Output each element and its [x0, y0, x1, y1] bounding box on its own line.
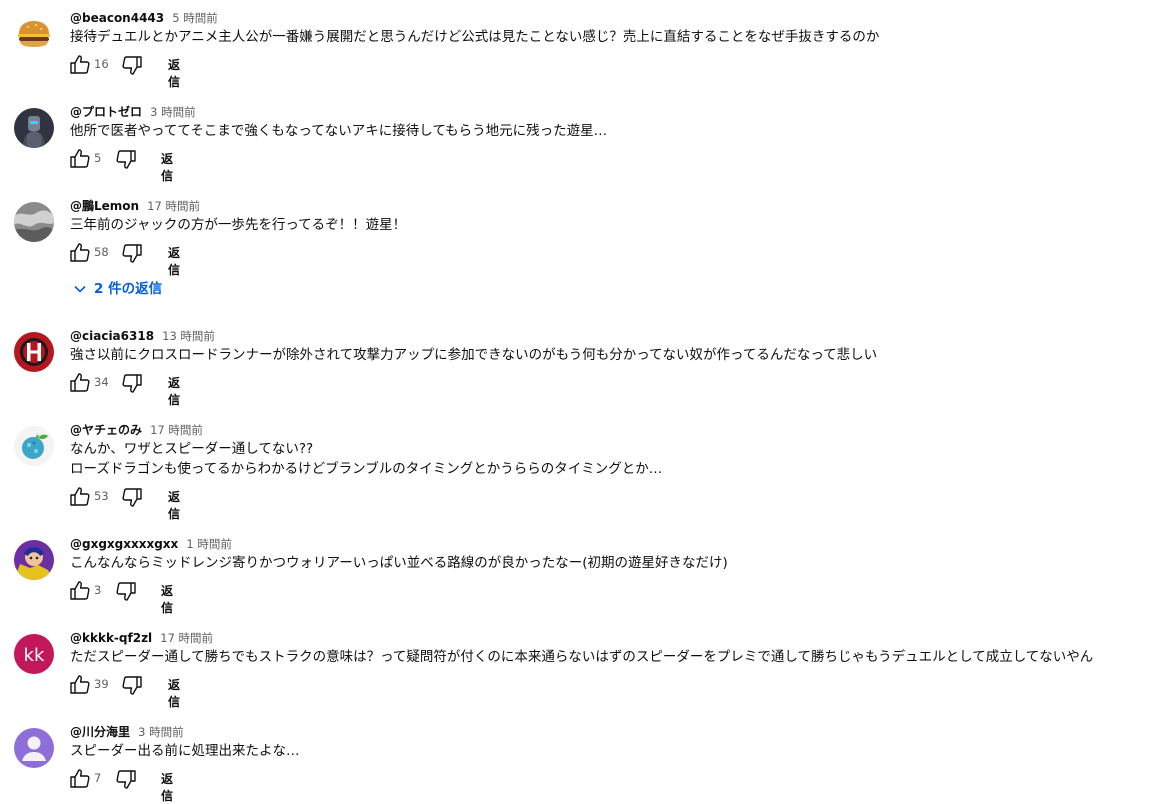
comment-header: @kkkk-qf2zl 17 時間前 — [70, 627, 213, 645]
comment-timestamp[interactable]: 1 時間前 — [186, 537, 231, 551]
comment-timestamp[interactable]: 17 時間前 — [150, 423, 203, 437]
avatar[interactable] — [14, 332, 54, 372]
like-count: 39 — [94, 677, 109, 691]
comment-header: @鵬Lemon 17 時間前 — [70, 195, 200, 213]
thumb-down-icon[interactable] — [120, 673, 144, 697]
reply-button[interactable]: 返信 — [168, 488, 180, 522]
like-count: 34 — [94, 375, 109, 389]
thumb-up-icon[interactable] — [68, 579, 92, 603]
comment-header: @ciacia6318 13 時間前 — [70, 325, 215, 343]
reply-button[interactable]: 返信 — [161, 150, 173, 184]
comment-text-line: スピーダー出る前に処理出来たよな… — [70, 743, 300, 759]
comment-header: @gxgxgxxxxgxx 1 時間前 — [70, 533, 232, 551]
thumb-up-icon[interactable] — [68, 53, 92, 77]
comment-text: 強さ以前にクロスロードランナーが除外されて攻撃力アップに参加できないのがもう何も… — [70, 345, 877, 365]
comment-timestamp[interactable]: 17 時間前 — [147, 199, 200, 213]
thumb-down-icon[interactable] — [114, 579, 138, 603]
comment-header: @beacon4443 5 時間前 — [70, 7, 218, 25]
comment-timestamp[interactable]: 5 時間前 — [172, 11, 217, 25]
thumb-up-icon[interactable] — [68, 371, 92, 395]
thumb-down-icon[interactable] — [120, 53, 144, 77]
chevron-down-icon — [72, 281, 94, 297]
reply-button[interactable]: 返信 — [168, 244, 180, 278]
comment-author[interactable]: @beacon4443 — [70, 11, 164, 25]
comment-text: 接待デュエルとかアニメ主人公が一番嫌う展開だと思うんだけど公式は見たことない感じ… — [70, 27, 879, 47]
comment-timestamp[interactable]: 17 時間前 — [160, 631, 213, 645]
comment-author[interactable]: @プロトゼロ — [70, 105, 142, 119]
thumb-up-icon[interactable] — [68, 485, 92, 509]
comment-author[interactable]: @鵬Lemon — [70, 199, 139, 213]
comment-header: @川分海里 3 時間前 — [70, 721, 184, 739]
thumb-down-icon[interactable] — [114, 147, 138, 171]
comment-text-line: 三年前のジャックの方が一歩先を行ってるぞ！！遊星！ — [70, 217, 407, 233]
comment-text: 三年前のジャックの方が一歩先を行ってるぞ！！遊星！ — [70, 215, 406, 235]
comment-text: ただスピーダー通して勝ちでもストラクの意味は？って疑問符が付くのに本来通らないは… — [70, 647, 1093, 667]
comment-author[interactable]: @ヤチェのみ — [70, 423, 142, 437]
avatar[interactable] — [14, 202, 54, 242]
comment-timestamp[interactable]: 3 時間前 — [138, 725, 183, 739]
comment-text-line: こんなんならミッドレンジ寄りかつウォリアーいっぱい並べる路線のが良かったなー(初… — [70, 555, 728, 571]
reply-button[interactable]: 返信 — [168, 676, 180, 710]
comments-section: @beacon4443 5 時間前 接待デュエルとかアニメ主人公が一番嫌う展開だ… — [0, 0, 1156, 803]
comment-author[interactable]: @kkkk-qf2zl — [70, 631, 152, 645]
comment-author[interactable]: @ciacia6318 — [70, 329, 154, 343]
comment-text-line: 他所で医者やっててそこまで強くもなってないアキに接待してもらう地元に残った遊星… — [70, 123, 608, 139]
thumb-up-icon[interactable] — [68, 241, 92, 265]
reply-button[interactable]: 返信 — [168, 56, 180, 90]
comment-header: @プロトゼロ 3 時間前 — [70, 101, 196, 119]
comment-header: @ヤチェのみ 17 時間前 — [70, 419, 203, 437]
thumb-down-icon[interactable] — [120, 485, 144, 509]
svg-text:kk: kk — [24, 645, 45, 666]
comment-text-line: 接待デュエルとかアニメ主人公が一番嫌う展開だと思うんだけど公式は見たことない感じ… — [70, 29, 880, 45]
comment-text: スピーダー出る前に処理出来たよな… — [70, 741, 300, 761]
reply-button[interactable]: 返信 — [168, 374, 180, 408]
like-count: 3 — [94, 583, 102, 597]
like-count: 53 — [94, 489, 109, 503]
view-replies-button[interactable]: 2 件の返信 — [72, 277, 162, 299]
like-count: 7 — [94, 771, 102, 785]
avatar[interactable]: kk — [14, 634, 54, 674]
reply-button[interactable]: 返信 — [161, 582, 173, 616]
comment-text-line: ただスピーダー通して勝ちでもストラクの意味は？って疑問符が付くのに本来通らないは… — [70, 649, 1094, 665]
comment-text: 他所で医者やっててそこまで強くもなってないアキに接待してもらう地元に残った遊星… — [70, 121, 607, 141]
like-count: 5 — [94, 151, 102, 165]
thumb-down-icon[interactable] — [120, 241, 144, 265]
comment-text: なんか、ワザとスピーダー通してない?? ローズドラゴンも使ってるからわかるけどブラ… — [70, 439, 662, 479]
avatar[interactable] — [14, 108, 54, 148]
thumb-up-icon[interactable] — [68, 767, 92, 791]
comment-text-line: ローズドラゴンも使ってるからわかるけどブランブルのタイミングとかうららのタイミン… — [70, 461, 663, 477]
avatar[interactable] — [14, 426, 54, 466]
avatar[interactable] — [14, 728, 54, 768]
comment-author[interactable]: @gxgxgxxxxgxx — [70, 537, 178, 551]
comment-timestamp[interactable]: 3 時間前 — [150, 105, 195, 119]
like-count: 16 — [94, 57, 109, 71]
thumb-up-icon[interactable] — [68, 147, 92, 171]
comment-timestamp[interactable]: 13 時間前 — [162, 329, 215, 343]
replies-count-label: 2 件の返信 — [94, 281, 163, 297]
thumb-down-icon[interactable] — [114, 767, 138, 791]
comment-author[interactable]: @川分海里 — [70, 725, 130, 739]
like-count: 58 — [94, 245, 109, 259]
comment-text-line: なんか、ワザとスピーダー通してない?? — [70, 441, 314, 457]
thumb-down-icon[interactable] — [120, 371, 144, 395]
comment-text: こんなんならミッドレンジ寄りかつウォリアーいっぱい並べる路線のが良かったなー(初… — [70, 553, 728, 573]
comment-text-line: 強さ以前にクロスロードランナーが除外されて攻撃力アップに参加できないのがもう何も… — [70, 347, 878, 363]
avatar[interactable] — [14, 540, 54, 580]
thumb-up-icon[interactable] — [68, 673, 92, 697]
reply-button[interactable]: 返信 — [161, 770, 173, 804]
avatar[interactable] — [14, 14, 54, 54]
